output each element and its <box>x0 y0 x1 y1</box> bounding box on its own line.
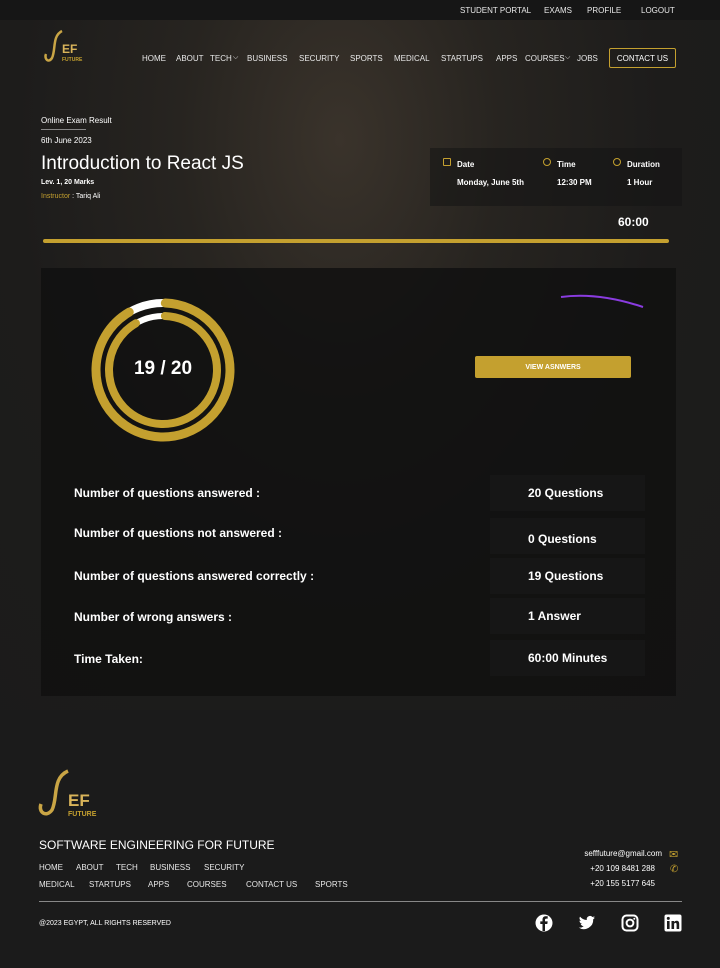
stat-label: Number of questions answered : <box>74 486 261 500</box>
stat-label: Number of questions not answered : <box>74 526 283 540</box>
stat-value: 20 Questions <box>490 475 645 511</box>
top-bar: STUDENT PORTAL EXAMS PROFILE LOGOUT <box>0 0 720 20</box>
footer-tagline: SOFTWARE ENGINEERING FOR FUTURE <box>39 838 275 852</box>
linkedin-icon[interactable] <box>664 914 682 932</box>
footer-link-contact[interactable]: CONTACT US <box>246 880 297 889</box>
stat-value: 19 Questions <box>490 558 645 594</box>
footer-divider <box>39 901 682 902</box>
footer-link-medical[interactable]: MEDICAL <box>39 880 75 889</box>
exams-link[interactable]: EXAMS <box>544 6 572 15</box>
footer-link-apps[interactable]: APPS <box>148 880 169 889</box>
nav-tech[interactable]: TECH <box>210 54 232 63</box>
mail-icon: ✉ <box>669 849 679 861</box>
logo[interactable]: EF FUTURE <box>42 28 96 69</box>
student-portal-link[interactable]: STUDENT PORTAL <box>460 6 531 15</box>
footer-phone-2[interactable]: +20 155 5177 645 <box>590 879 655 888</box>
footer-link-sports[interactable]: SPORTS <box>315 880 348 889</box>
exam-level: Lev. 1, 20 Marks <box>41 179 95 186</box>
calendar-icon <box>443 158 451 166</box>
nav-apps[interactable]: APPS <box>496 54 517 63</box>
footer-link-courses[interactable]: COURSES <box>187 880 227 889</box>
svg-text:EF: EF <box>62 42 77 56</box>
stat-label: Number of wrong answers : <box>74 610 233 624</box>
view-answers-button[interactable]: VIEW ASNWERS <box>475 356 631 378</box>
nav-startups[interactable]: STARTUPS <box>441 54 483 63</box>
score-text: 19 / 20 <box>133 358 193 379</box>
instructor-label: Instructor <box>41 193 71 200</box>
nav-home[interactable]: HOME <box>142 54 166 63</box>
page-title: Introduction to React JS <box>41 153 244 174</box>
date-value: Monday, June 5th <box>457 178 524 187</box>
footer-email[interactable]: sefffuture@gmail.com <box>584 849 662 858</box>
profile-link[interactable]: PROFILE <box>587 6 621 15</box>
time-value: 12:30 PM <box>557 178 592 187</box>
divider <box>41 129 86 130</box>
decorative-line <box>560 294 644 308</box>
logout-link[interactable]: LOGOUT <box>641 6 675 15</box>
footer-link-startups[interactable]: STARTUPS <box>89 880 131 889</box>
footer-link-home[interactable]: HOME <box>39 863 63 872</box>
svg-text:EF: EF <box>68 791 90 810</box>
duration-value: 1 Hour <box>627 178 653 187</box>
svg-text:FUTURE: FUTURE <box>62 57 83 63</box>
nav-sports[interactable]: SPORTS <box>350 54 383 63</box>
stopwatch-icon <box>613 158 621 166</box>
footer-link-about[interactable]: ABOUT <box>76 863 104 872</box>
contact-us-button[interactable]: CONTACT US <box>609 48 676 68</box>
stat-value: 60:00 Minutes <box>490 640 645 676</box>
footer-logo[interactable]: EF FUTURE <box>36 768 108 825</box>
nav-about[interactable]: ABOUT <box>176 54 204 63</box>
clock-icon <box>543 158 551 166</box>
stat-label: Time Taken: <box>74 652 143 666</box>
duration-label: Duration <box>627 160 660 169</box>
facebook-icon[interactable] <box>535 914 553 932</box>
stat-value: 0 Questions <box>490 518 645 554</box>
breadcrumb: Online Exam Result <box>41 116 112 125</box>
nav-jobs[interactable]: JOBS <box>577 54 598 63</box>
copyright: @2023 EGYPT, ALL RIGHTS RESERVED <box>39 920 171 927</box>
chevron-down-icon[interactable]: ⌵ <box>565 54 570 62</box>
exam-date: 6th June 2023 <box>41 136 92 145</box>
time-label: Time <box>557 160 576 169</box>
date-label: Date <box>457 160 475 169</box>
footer-link-security[interactable]: SECURITY <box>204 863 244 872</box>
timer: 60:00 <box>618 215 649 229</box>
exam-info-panel: Date Monday, June 5th Time 12:30 PM Dura… <box>430 148 682 206</box>
stat-value: 1 Answer <box>490 598 645 634</box>
nav-courses[interactable]: COURSES <box>525 54 565 63</box>
footer-phone-1[interactable]: +20 109 8481 288 <box>590 864 655 873</box>
nav-security[interactable]: SECURITY <box>299 54 339 63</box>
footer-link-business[interactable]: BUSINESS <box>150 863 190 872</box>
phone-icon: ✆ <box>670 864 679 875</box>
chevron-down-icon[interactable]: ⌵ <box>233 54 238 62</box>
stat-label: Number of questions answered correctly : <box>74 569 315 583</box>
svg-text:FUTURE: FUTURE <box>68 811 97 818</box>
instructor-name: : Tariq Ali <box>70 193 101 200</box>
nav-medical[interactable]: MEDICAL <box>394 54 430 63</box>
instagram-icon[interactable] <box>621 914 639 932</box>
footer-link-tech[interactable]: TECH <box>116 863 138 872</box>
twitter-icon[interactable] <box>578 914 596 932</box>
instructor: Instructor : Tariq Ali <box>41 193 100 200</box>
progress-bar <box>43 239 669 243</box>
nav-business[interactable]: BUSINESS <box>247 54 287 63</box>
